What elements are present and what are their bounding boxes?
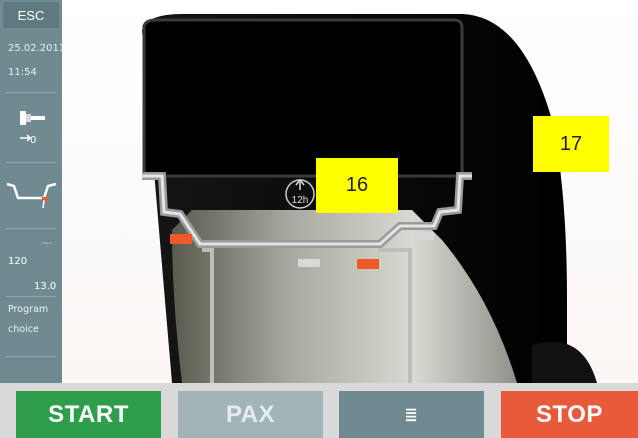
pax-button[interactable]: PAX xyxy=(178,391,323,438)
balance-value: 0 xyxy=(30,135,37,146)
weight-marker-rim xyxy=(416,232,434,240)
program-choice-label[interactable]: Program xyxy=(8,304,48,315)
value-placeholder: --- xyxy=(42,238,52,249)
sidebar: ESC 25.02.2011 11:54 0 --- 120 13.0 Prog… xyxy=(0,0,66,383)
clock-position-label: 12h xyxy=(292,195,309,206)
rim-profile-icon[interactable] xyxy=(4,178,60,218)
value-a: 120 xyxy=(8,256,28,267)
divider xyxy=(6,296,56,297)
weight-marker-outer xyxy=(357,259,379,269)
divider xyxy=(6,92,56,93)
divider xyxy=(6,228,56,229)
divider xyxy=(6,162,56,163)
callout-16: 16 xyxy=(316,158,398,213)
date-display: 25.02.2011 xyxy=(8,43,66,54)
weight-marker-center xyxy=(298,259,320,267)
value-b: 13.0 xyxy=(34,281,57,292)
esc-button[interactable]: ESC xyxy=(3,2,59,28)
divider xyxy=(6,356,56,357)
stop-button[interactable]: STOP xyxy=(501,391,638,438)
list-icon: ≣ xyxy=(404,405,419,424)
weight-marker-inner xyxy=(170,234,192,244)
wheel-balancer-screen: ESC 25.02.2011 11:54 0 --- 120 13.0 Prog… xyxy=(0,0,638,438)
list-button[interactable]: ≣ xyxy=(339,391,484,438)
program-choice-label-line2[interactable]: choice xyxy=(8,324,39,335)
tire-lower-curve xyxy=(532,341,597,383)
action-bar: START PAX ≣ STOP xyxy=(0,383,638,438)
start-button[interactable]: START xyxy=(16,391,161,438)
wheel-view: 12h 16 17 xyxy=(62,0,638,383)
balance-weight-icon[interactable] xyxy=(12,108,50,153)
tire-section xyxy=(142,18,464,178)
callout-17: 17 xyxy=(533,116,609,172)
time-display: 11:54 xyxy=(8,67,37,78)
